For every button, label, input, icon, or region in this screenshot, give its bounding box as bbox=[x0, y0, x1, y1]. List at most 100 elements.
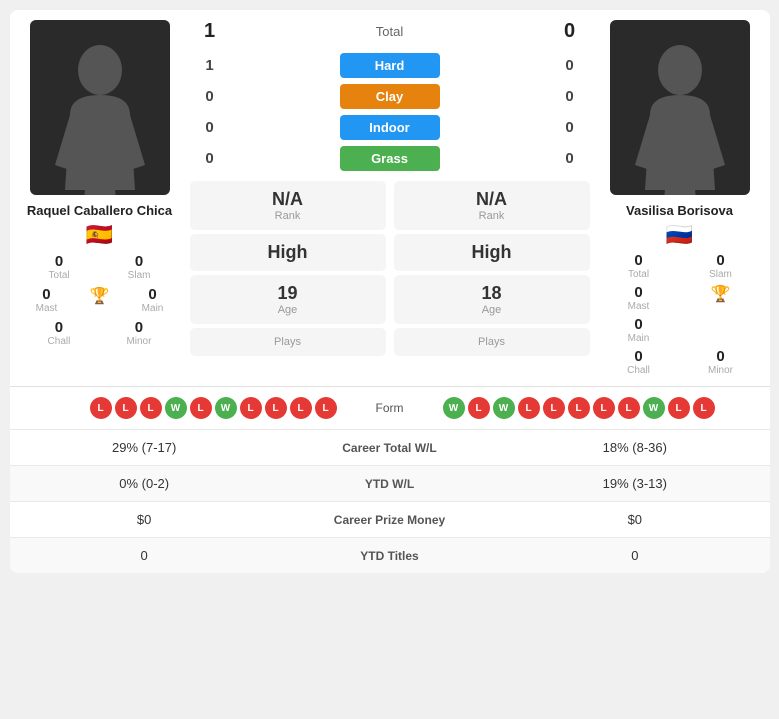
form-badge-right: W bbox=[643, 397, 665, 419]
right-age-block: 18 Age bbox=[394, 275, 590, 324]
right-player-name: Vasilisa Borisova bbox=[626, 203, 733, 218]
left-total-stat: 0 Total bbox=[49, 253, 70, 281]
right-plays-label: Plays bbox=[404, 336, 580, 348]
form-badge-right: L bbox=[518, 397, 540, 419]
left-main-stat: 0 Main bbox=[142, 286, 164, 314]
right-total-score: 0 bbox=[555, 20, 585, 43]
stat-label: YTD Titles bbox=[267, 549, 512, 563]
left-minor-stat: 0 Minor bbox=[126, 319, 151, 347]
stats-row: $0 Career Prize Money $0 bbox=[10, 501, 770, 537]
form-badge-right: L bbox=[618, 397, 640, 419]
form-badge-right: W bbox=[443, 397, 465, 419]
grass-right-score: 0 bbox=[555, 150, 585, 167]
left-chall-label: Chall bbox=[48, 336, 71, 347]
form-badge-left: L bbox=[190, 397, 212, 419]
left-rank-value: N/A bbox=[272, 189, 303, 209]
left-rank-label: Rank bbox=[200, 210, 376, 222]
left-player-card: Raquel Caballero Chica 🇪🇸 0 Total 0 Slam… bbox=[20, 20, 180, 376]
comparison-container: Raquel Caballero Chica 🇪🇸 0 Total 0 Slam… bbox=[10, 10, 770, 573]
left-stats-row2: 0 Mast 🏆 0 Main bbox=[20, 286, 180, 314]
form-badge-left: L bbox=[265, 397, 287, 419]
left-total-score: 1 bbox=[195, 20, 225, 43]
grass-badge: Grass bbox=[340, 146, 440, 171]
stat-left-value: $0 bbox=[22, 512, 267, 527]
left-minor-value: 0 bbox=[126, 319, 151, 336]
clay-badge: Clay bbox=[340, 84, 440, 109]
stat-label: YTD W/L bbox=[267, 477, 512, 491]
left-player-flag: 🇪🇸 bbox=[86, 222, 113, 248]
hard-surface-row: 1 Hard 0 bbox=[190, 53, 590, 78]
total-label: Total bbox=[225, 24, 555, 39]
left-chall-value: 0 bbox=[48, 319, 71, 336]
center-content: 1 Total 0 1 Hard 0 0 Clay 0 0 Indoor 0 bbox=[190, 20, 590, 376]
left-high-value: High bbox=[268, 242, 308, 262]
right-stats-grid2: 0 Mast 🏆 0 Main bbox=[600, 284, 760, 344]
right-plays-block: Plays bbox=[394, 328, 590, 356]
left-mast-stat: 0 Mast bbox=[36, 286, 58, 314]
trophy-icon: 🏆 bbox=[90, 286, 110, 306]
grass-left-score: 0 bbox=[195, 150, 225, 167]
right-age-value: 18 bbox=[481, 283, 501, 303]
left-player-name: Raquel Caballero Chica bbox=[27, 203, 172, 218]
right-total-lbl: Total bbox=[600, 269, 678, 280]
hard-left-score: 1 bbox=[195, 57, 225, 74]
hard-badge: Hard bbox=[340, 53, 440, 78]
stats-row: 0 YTD Titles 0 bbox=[10, 537, 770, 573]
form-badge-right: W bbox=[493, 397, 515, 419]
form-label: Form bbox=[345, 401, 435, 415]
left-rank-block: N/A Rank bbox=[190, 181, 386, 230]
right-form-badges: WLWLLLLLWLL bbox=[443, 397, 758, 419]
right-main-cell: 0 Main bbox=[600, 316, 678, 344]
left-slam-stat: 0 Slam bbox=[128, 253, 151, 281]
right-main-val: 0 bbox=[600, 316, 678, 333]
right-slam-lbl: Slam bbox=[682, 269, 760, 280]
left-main-value: 0 bbox=[142, 286, 164, 303]
right-minor-lbl: Minor bbox=[682, 365, 760, 376]
right-chall-cell: 0 Chall bbox=[600, 348, 678, 376]
form-badge-right: L bbox=[468, 397, 490, 419]
form-badge-right: L bbox=[543, 397, 565, 419]
right-total-cell: 0 Total bbox=[600, 252, 678, 280]
form-badge-left: L bbox=[140, 397, 162, 419]
left-form-badges: LLLWLWLLLL bbox=[22, 397, 337, 419]
center-stat-blocks: N/A Rank High 19 Age Plays bbox=[190, 181, 590, 356]
right-center-stats: N/A Rank High 18 Age Plays bbox=[394, 181, 590, 356]
form-badge-left: L bbox=[240, 397, 262, 419]
stats-row: 29% (7-17) Career Total W/L 18% (8-36) bbox=[10, 429, 770, 465]
right-rank-value: N/A bbox=[476, 189, 507, 209]
stat-left-value: 0 bbox=[22, 548, 267, 563]
left-chall-stat: 0 Chall bbox=[48, 319, 71, 347]
left-total-label: Total bbox=[49, 270, 70, 281]
right-player-card: Vasilisa Borisova 🇷🇺 0 Total 0 Slam 0 Ma… bbox=[600, 20, 760, 376]
form-badge-left: L bbox=[290, 397, 312, 419]
clay-right-score: 0 bbox=[555, 88, 585, 105]
right-trophy-icon: 🏆 bbox=[711, 284, 731, 304]
right-stats-grid: 0 Total 0 Slam bbox=[600, 252, 760, 280]
clay-left-score: 0 bbox=[195, 88, 225, 105]
right-slam-val: 0 bbox=[682, 252, 760, 269]
form-badge-left: L bbox=[315, 397, 337, 419]
stat-right-value: 18% (8-36) bbox=[512, 440, 757, 455]
form-badge-right: L bbox=[568, 397, 590, 419]
stat-right-value: 0 bbox=[512, 548, 757, 563]
grass-surface-row: 0 Grass 0 bbox=[190, 146, 590, 171]
players-top-section: Raquel Caballero Chica 🇪🇸 0 Total 0 Slam… bbox=[10, 10, 770, 386]
left-stats-row3: 0 Chall 0 Minor bbox=[20, 319, 180, 347]
form-badge-left: W bbox=[165, 397, 187, 419]
right-chall-val: 0 bbox=[600, 348, 678, 365]
left-center-stats: N/A Rank High 19 Age Plays bbox=[190, 181, 386, 356]
left-avatar bbox=[30, 20, 170, 195]
left-minor-label: Minor bbox=[126, 336, 151, 347]
right-minor-cell: 0 Minor bbox=[682, 348, 760, 376]
right-minor-val: 0 bbox=[682, 348, 760, 365]
right-mast-lbl: Mast bbox=[600, 301, 678, 312]
right-high-value: High bbox=[472, 242, 512, 262]
left-plays-label: Plays bbox=[200, 336, 376, 348]
right-mast-cell: 0 Mast bbox=[600, 284, 678, 312]
right-high-block: High bbox=[394, 234, 590, 271]
right-mast-val: 0 bbox=[600, 284, 678, 301]
form-badge-right: L bbox=[668, 397, 690, 419]
indoor-left-score: 0 bbox=[195, 119, 225, 136]
right-slam-cell: 0 Slam bbox=[682, 252, 760, 280]
clay-surface-row: 0 Clay 0 bbox=[190, 84, 590, 109]
